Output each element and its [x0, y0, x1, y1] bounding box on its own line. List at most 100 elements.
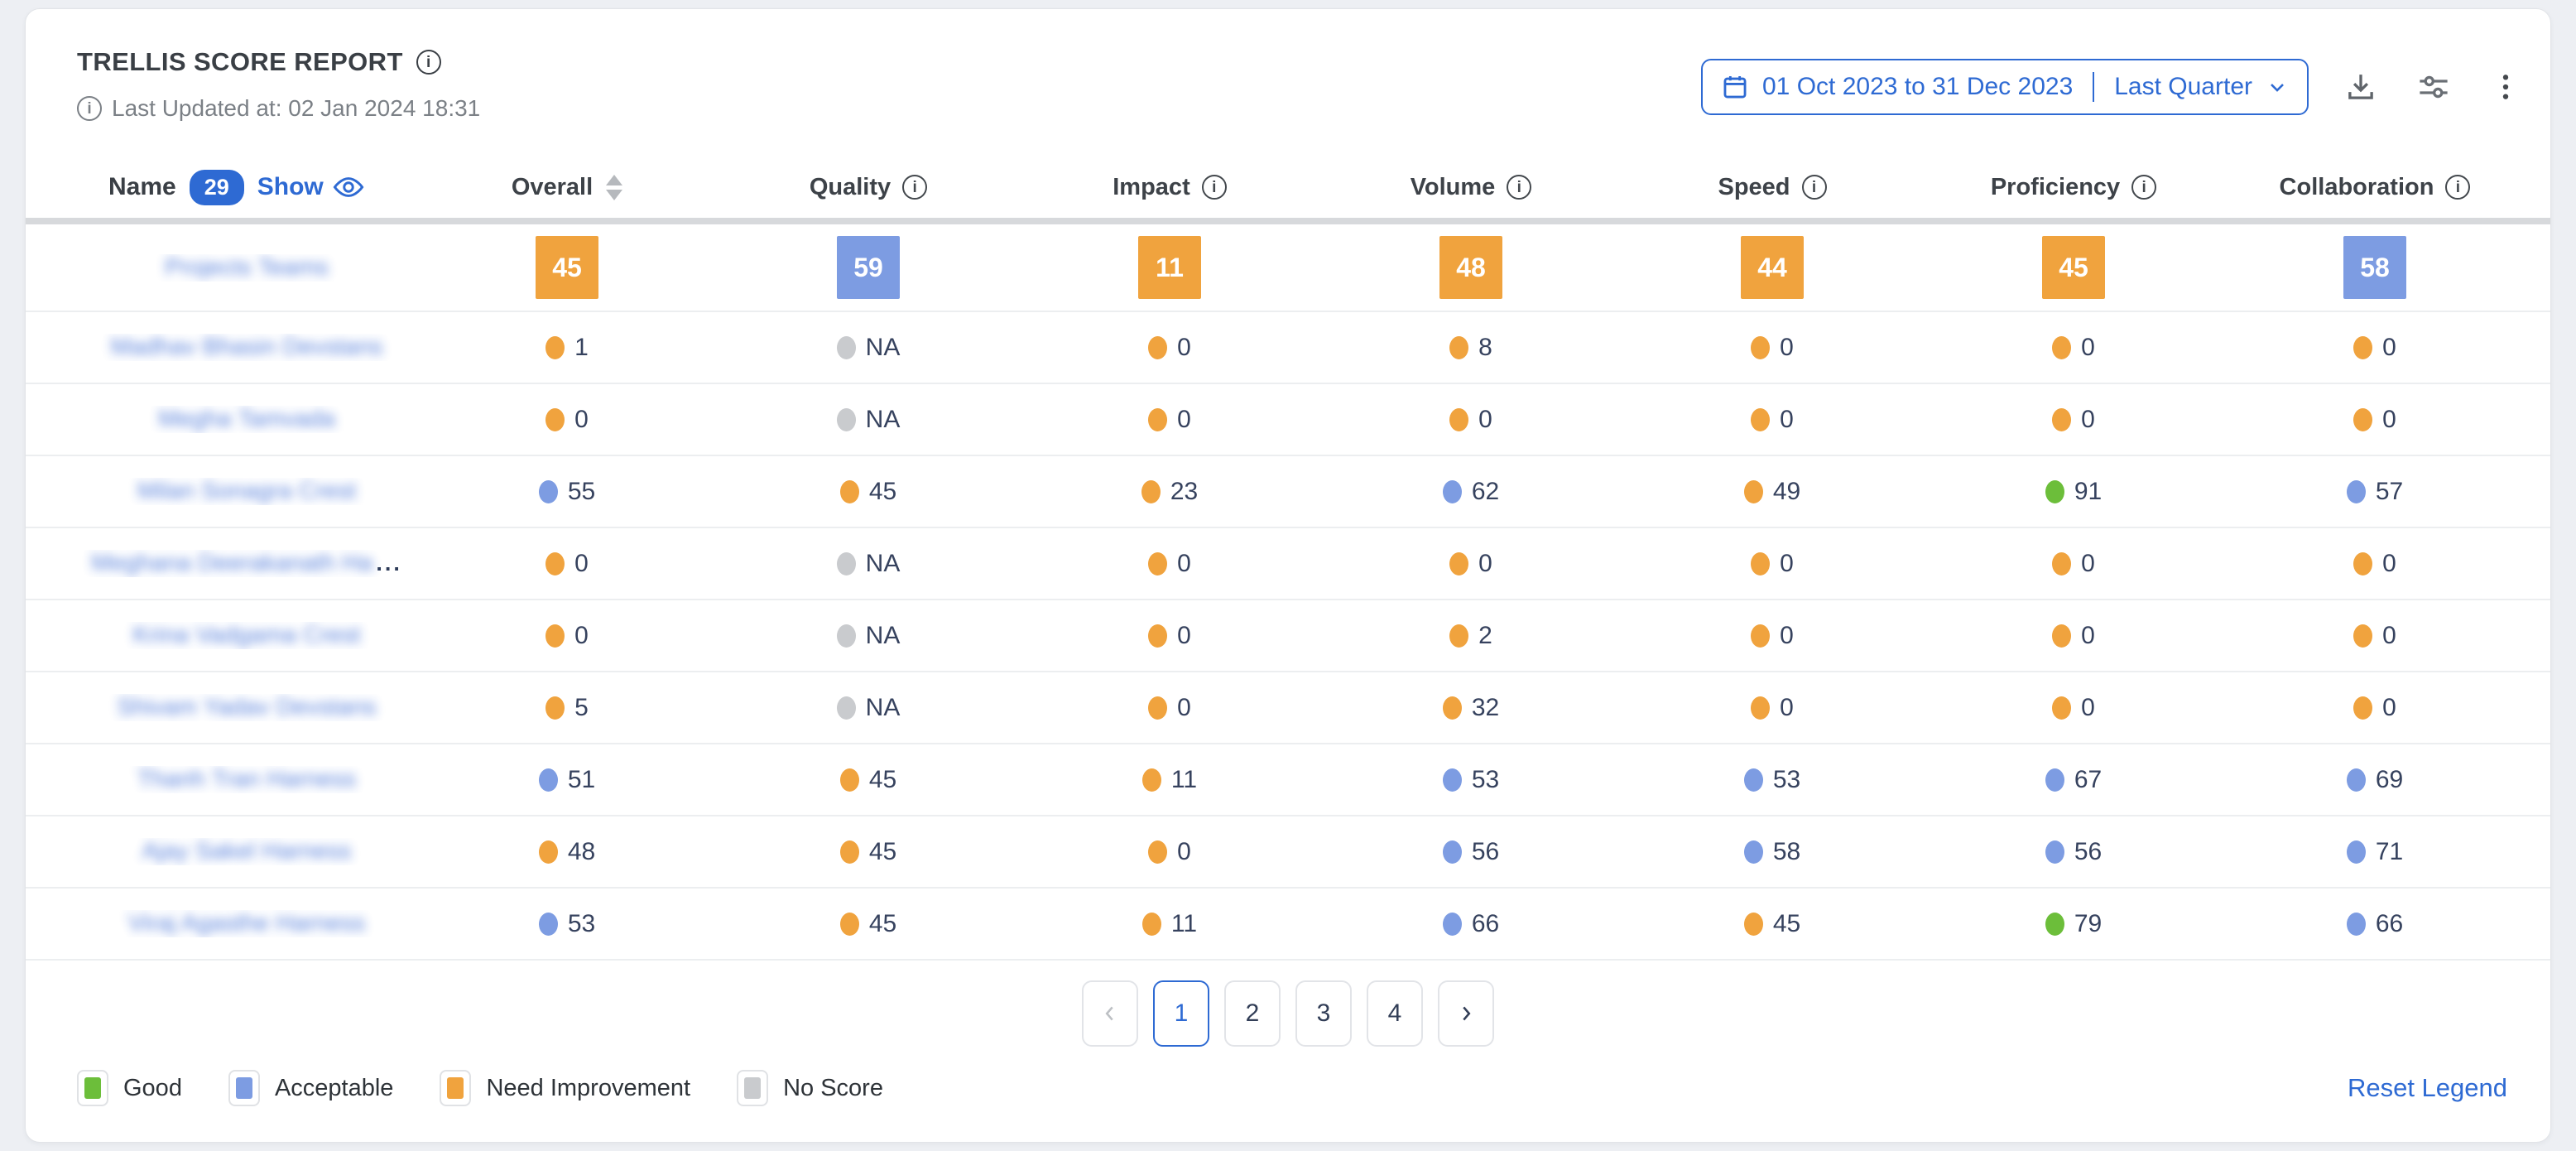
pagination: 1234 — [26, 980, 2550, 1047]
score-cell: 0 — [2224, 334, 2526, 362]
chevron-down-icon — [2266, 75, 2289, 99]
score-cell: 0 — [416, 550, 718, 578]
score-value: 55 — [568, 478, 595, 506]
date-range-button[interactable]: 01 Oct 2023 to 31 Dec 2023 Last Quarter — [1701, 59, 2309, 115]
reset-legend-link[interactable]: Reset Legend — [2348, 1073, 2507, 1103]
score-dot — [1148, 696, 1167, 720]
score-value: 45 — [869, 910, 896, 938]
column-label: Speed — [1718, 174, 1790, 201]
page-button-4[interactable]: 4 — [1367, 980, 1423, 1047]
download-button[interactable] — [2340, 66, 2381, 108]
row-name-link[interactable]: Shivam Yadav Devstans — [117, 694, 376, 721]
column-header-impact[interactable]: Impact i — [1019, 174, 1320, 201]
last-updated-info-icon[interactable]: i — [77, 96, 102, 121]
row-name-link[interactable]: Meghana Deerakanath Ha... — [91, 550, 402, 577]
row-name-link[interactable]: Madhav Bhasin Devstans — [111, 334, 383, 361]
score-dot — [1744, 768, 1763, 792]
row-name-link[interactable]: Viraj Agasthe Harness — [128, 910, 365, 937]
info-icon[interactable]: i — [1202, 175, 1227, 200]
score-dot — [1744, 480, 1763, 503]
info-icon[interactable]: i — [1802, 175, 1827, 200]
page-button-2[interactable]: 2 — [1224, 980, 1281, 1047]
score-cell: 5 — [416, 694, 718, 722]
score-cell: 0 — [2224, 406, 2526, 434]
column-header-volume[interactable]: Volume i — [1320, 174, 1622, 201]
info-icon[interactable]: i — [2131, 175, 2156, 200]
score-dot — [837, 552, 856, 576]
report-header: TRELLIS SCORE REPORT i i Last Updated at… — [26, 9, 2550, 122]
score-dot — [1142, 768, 1161, 792]
date-range-text: 01 Oct 2023 to 31 Dec 2023 — [1762, 73, 2073, 101]
filter-settings-button[interactable] — [2413, 66, 2454, 108]
score-dot — [1443, 480, 1462, 503]
score-dot — [2353, 336, 2372, 359]
column-header-proficiency[interactable]: Proficiency i — [1923, 174, 2224, 201]
score-value: 45 — [869, 766, 896, 794]
row-name-link[interactable]: Krina Vadgama Crest — [132, 622, 360, 649]
column-label: Impact — [1113, 174, 1189, 201]
score-dot — [539, 913, 558, 936]
score-cell: 11 — [1019, 236, 1320, 299]
calendar-icon — [1721, 73, 1749, 101]
score-dot — [545, 624, 565, 648]
score-value: 0 — [1177, 838, 1191, 866]
sliders-icon — [2416, 70, 2451, 104]
score-cell: 45 — [1923, 236, 2224, 299]
column-header-overall[interactable]: Overall — [416, 174, 718, 201]
table-header-row: Name 29 Show Overall Quality i Impact i … — [26, 157, 2550, 218]
info-icon[interactable]: i — [902, 175, 927, 200]
score-value: 53 — [568, 910, 595, 938]
score-cell: 58 — [1622, 838, 1923, 866]
score-value: 71 — [2376, 838, 2403, 866]
previous-page-button[interactable] — [1082, 980, 1138, 1047]
score-cell: 0 — [1923, 694, 2224, 722]
row-name-link[interactable]: Ajay Sakel Harness — [142, 838, 351, 865]
name-cell: Megha Tamvada — [77, 406, 416, 433]
score-value: 56 — [1472, 838, 1499, 866]
legend-item-no-score[interactable]: No Score — [737, 1070, 883, 1106]
row-name-link[interactable]: Projects Teams — [165, 254, 329, 282]
page-button-3[interactable]: 3 — [1295, 980, 1352, 1047]
column-header-quality[interactable]: Quality i — [718, 174, 1019, 201]
score-cell: 0 — [1019, 550, 1320, 578]
score-value: 66 — [2376, 910, 2403, 938]
score-value: 0 — [1780, 334, 1794, 362]
info-icon[interactable]: i — [2445, 175, 2470, 200]
score-dot — [1148, 408, 1167, 431]
next-page-button[interactable] — [1438, 980, 1494, 1047]
score-value: 0 — [2382, 622, 2396, 650]
table-row: Thanh Tran Harness 51451153536769 — [26, 744, 2550, 816]
column-header-speed[interactable]: Speed i — [1622, 174, 1923, 201]
column-header-collaboration[interactable]: Collaboration i — [2224, 174, 2526, 201]
legend-swatch-box — [440, 1070, 471, 1106]
page-button-1[interactable]: 1 — [1153, 980, 1209, 1047]
row-name-link[interactable]: Milan Sonagra Crest — [137, 478, 356, 505]
score-dot — [2045, 480, 2064, 503]
more-options-button[interactable] — [2486, 67, 2526, 107]
score-value: 67 — [2074, 766, 2102, 794]
score-cell: NA — [718, 550, 1019, 578]
legend-item-acceptable[interactable]: Acceptable — [228, 1070, 394, 1106]
score-value: NA — [866, 406, 901, 434]
score-cell: 0 — [1622, 550, 1923, 578]
score-cell: 45 — [416, 236, 718, 299]
score-cell: 58 — [2224, 236, 2526, 299]
score-cell: 44 — [1622, 236, 1923, 299]
score-cell: 0 — [1019, 406, 1320, 434]
score-dot — [2347, 913, 2366, 936]
legend-swatch — [236, 1077, 252, 1099]
row-name-link[interactable]: Megha Tamvada — [158, 406, 335, 433]
score-cell: 91 — [1923, 478, 2224, 506]
sort-icon[interactable] — [606, 175, 622, 200]
legend-item-need-improvement[interactable]: Need Improvement — [440, 1070, 690, 1106]
score-value: 0 — [2382, 694, 2396, 722]
blurred-name: Viraj Agasthe Harness — [128, 910, 365, 937]
score-dot — [2347, 768, 2366, 792]
show-toggle[interactable]: Show — [257, 173, 365, 201]
title-info-icon[interactable]: i — [416, 50, 441, 75]
row-name-link[interactable]: Thanh Tran Harness — [137, 766, 356, 793]
legend-item-good[interactable]: Good — [77, 1070, 182, 1106]
score-cell: 45 — [718, 766, 1019, 794]
info-icon[interactable]: i — [1507, 175, 1531, 200]
score-value: 1 — [574, 334, 589, 362]
